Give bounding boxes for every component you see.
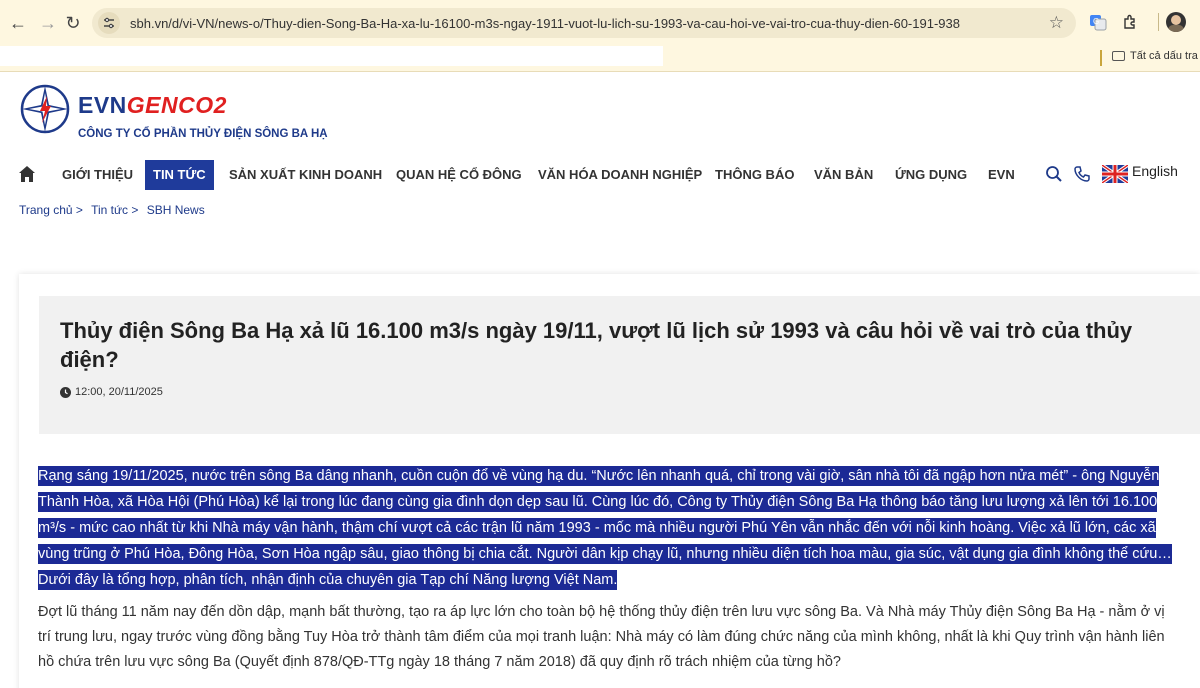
nav-item-thong-bao[interactable]: THÔNG BÁO — [707, 160, 802, 190]
all-bookmarks-label: Tất cả dấu tra — [1130, 50, 1198, 62]
nav-item-san-xuat-kinh-doanh[interactable]: SẢN XUẤT KINH DOANH — [221, 160, 390, 190]
address-bar[interactable]: sbh.vn/d/vi-VN/news-o/Thuy-dien-Song-Ba-… — [92, 8, 1076, 38]
site-info-icon[interactable] — [98, 12, 120, 34]
nav-item-ung-dung[interactable]: ỨNG DỤNG — [887, 160, 975, 190]
bookmarks-bar-empty-area — [0, 46, 663, 66]
uk-flag-icon[interactable] — [1102, 165, 1128, 183]
nav-item-gioi-thieu[interactable]: GIỚI THIỆU — [54, 160, 141, 190]
article-paragraph: Đợt lũ tháng 11 năm nay đến dồn dập, mạn… — [38, 604, 1165, 670]
nav-item-tin-tuc[interactable]: TIN TỨC — [145, 160, 214, 190]
all-bookmarks-button[interactable]: Tất cả dấu tra — [1112, 50, 1198, 62]
company-name: CÔNG TY CỔ PHẦN THỦY ĐIỆN SÔNG BA HẠ — [78, 128, 328, 140]
svg-text:G: G — [1093, 17, 1099, 26]
translate-icon[interactable]: G — [1086, 10, 1110, 34]
back-icon[interactable]: ← — [3, 8, 33, 38]
evn-logo-icon[interactable] — [20, 84, 70, 134]
nav-item-van-hoa-doanh-nghiep[interactable]: VĂN HÓA DOANH NGHIỆP — [530, 160, 710, 190]
nav-item-evn[interactable]: EVN — [980, 160, 1023, 190]
site-brand[interactable]: EVNGENCO2 — [78, 92, 227, 119]
breadcrumb-sbh-news[interactable]: SBH News — [147, 203, 205, 217]
article-datetime: 12:00, 20/11/2025 — [75, 386, 163, 398]
profile-avatar[interactable] — [1164, 10, 1188, 34]
url-text[interactable]: sbh.vn/d/vi-VN/news-o/Thuy-dien-Song-Ba-… — [130, 16, 1030, 31]
bookmarks-bar: Tất cả dấu tra — [0, 46, 1200, 72]
nav-item-van-ban[interactable]: VĂN BẢN — [806, 160, 881, 190]
clock-icon — [60, 386, 71, 398]
home-icon[interactable] — [18, 165, 36, 183]
language-english-link[interactable]: English — [1132, 163, 1178, 179]
bookmarks-separator — [1100, 50, 1102, 66]
browser-toolbar: ← → ↻ sbh.vn/d/vi-VN/news-o/Thuy-dien-So… — [0, 0, 1200, 46]
brand-genco: GENCO2 — [126, 92, 227, 118]
search-icon[interactable] — [1045, 165, 1063, 183]
nav-item-quan-he-co-dong[interactable]: QUAN HỆ CỔ ĐÔNG — [388, 160, 530, 190]
phone-icon[interactable] — [1073, 165, 1091, 183]
breadcrumb: Trang chủ > Tin tức > SBH News — [19, 203, 210, 217]
article-meta: 12:00, 20/11/2025 — [60, 386, 163, 398]
brand-evn: EVN — [78, 92, 127, 118]
selected-text[interactable]: Rạng sáng 19/11/2025, nước trên sông Ba … — [38, 466, 1172, 590]
main-navigation: GIỚI THIỆU TIN TỨC SẢN XUẤT KINH DOANH Q… — [0, 156, 1200, 192]
reload-icon[interactable]: ↻ — [58, 8, 88, 38]
article-title: Thủy điện Sông Ba Hạ xả lũ 16.100 m3/s n… — [60, 318, 1133, 372]
extensions-icon[interactable] — [1118, 10, 1142, 34]
breadcrumb-home[interactable]: Trang chủ > — [19, 203, 83, 217]
bookmark-star-icon[interactable]: ☆ — [1049, 13, 1064, 33]
folder-icon — [1112, 51, 1125, 61]
breadcrumb-news[interactable]: Tin tức > — [91, 203, 138, 217]
article-lead-selected[interactable]: Rạng sáng 19/11/2025, nước trên sông Ba … — [38, 463, 1180, 593]
